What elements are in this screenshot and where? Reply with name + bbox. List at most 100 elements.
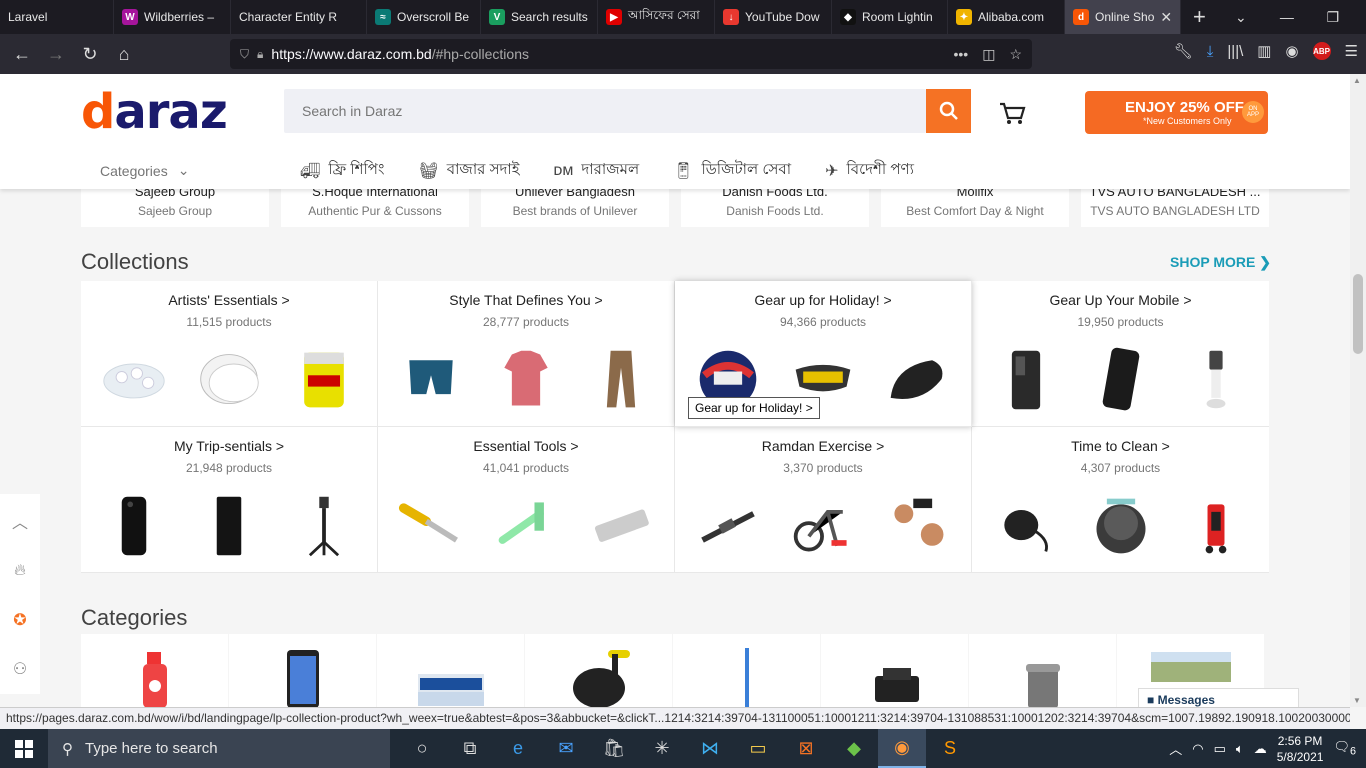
mail-icon[interactable]: ✉ bbox=[542, 729, 590, 768]
product-thumbnail[interactable] bbox=[586, 347, 656, 413]
category-item[interactable] bbox=[81, 634, 228, 707]
back-button[interactable]: ← bbox=[6, 38, 38, 70]
product-thumbnail[interactable] bbox=[586, 493, 656, 559]
messages-widget[interactable]: ■ Messages bbox=[1138, 688, 1299, 707]
task-view-icon[interactable]: ⧉ bbox=[446, 729, 494, 768]
category-item[interactable] bbox=[821, 634, 968, 707]
product-thumbnail[interactable] bbox=[396, 493, 466, 559]
store-icon[interactable]: 🛍︎ bbox=[590, 729, 638, 768]
user-icon[interactable]: ⚇ bbox=[13, 659, 27, 679]
collection-card[interactable]: Time to Clean > 4,307 products bbox=[972, 427, 1269, 573]
product-thumbnail[interactable] bbox=[1181, 493, 1251, 559]
browser-tab[interactable]: ◆ Room Lightin bbox=[832, 0, 948, 34]
collection-title[interactable]: Essential Tools > bbox=[473, 438, 578, 454]
product-thumbnail[interactable] bbox=[289, 347, 359, 413]
collection-card[interactable]: Ramdan Exercise > 3,370 products bbox=[675, 427, 972, 573]
clock[interactable]: 2:56 PM 5/8/2021 bbox=[1277, 733, 1324, 765]
top-nav-item[interactable]: 🚚︎ ফ্রি শিপিং bbox=[300, 158, 384, 183]
chevron-down-icon[interactable]: ⌄ bbox=[1218, 0, 1264, 34]
volume-icon[interactable]: 🔈︎ bbox=[1236, 741, 1244, 757]
product-thumbnail[interactable] bbox=[99, 493, 169, 559]
edge-icon[interactable]: e bbox=[494, 729, 542, 768]
collection-title[interactable]: Gear Up Your Mobile > bbox=[1049, 292, 1191, 308]
browser-tab[interactable]: ✦ Alibaba.com bbox=[948, 0, 1065, 34]
product-thumbnail[interactable] bbox=[883, 493, 953, 559]
collection-card[interactable]: Essential Tools > 41,041 products bbox=[378, 427, 675, 573]
promo-banner[interactable]: ENJOY 25% OFF *New Customers Only ON APP bbox=[1085, 91, 1268, 134]
sublime-icon[interactable]: S bbox=[926, 729, 974, 768]
home-button[interactable]: ⌂ bbox=[108, 38, 140, 70]
page-scrollbar[interactable]: ▲ ▼ bbox=[1350, 74, 1366, 707]
restore-button[interactable]: ❐ bbox=[1310, 0, 1356, 34]
wrench-icon[interactable]: 🔧︎ bbox=[1174, 42, 1193, 60]
cursor-app-icon[interactable]: ✳ bbox=[638, 729, 686, 768]
cortana-icon[interactable]: ○ bbox=[398, 729, 446, 768]
product-thumbnail[interactable] bbox=[396, 347, 466, 413]
category-item[interactable] bbox=[673, 634, 820, 707]
browser-tab[interactable]: ≈ Overscroll Be bbox=[367, 0, 481, 34]
cart-icon[interactable] bbox=[999, 101, 1027, 125]
taskbar-search[interactable]: ⚲ Type here to search bbox=[48, 729, 390, 768]
product-thumbnail[interactable] bbox=[1181, 347, 1251, 413]
collection-title[interactable]: Ramdan Exercise > bbox=[762, 438, 885, 454]
product-thumbnail[interactable] bbox=[1086, 347, 1156, 413]
product-thumbnail[interactable] bbox=[289, 493, 359, 559]
reload-button[interactable]: ↻ bbox=[74, 38, 106, 70]
collection-card[interactable]: My Trip-sentials > 21,948 products bbox=[81, 427, 378, 573]
top-nav-item[interactable]: 🧺︎ বাজার সদাই bbox=[418, 158, 519, 183]
product-thumbnail[interactable] bbox=[491, 347, 561, 413]
file-explorer-icon[interactable]: ▭ bbox=[734, 729, 782, 768]
collection-card[interactable]: Gear Up Your Mobile > 19,950 products bbox=[972, 281, 1269, 427]
search-input[interactable]: Search in Daraz bbox=[284, 89, 926, 133]
shield-icon[interactable]: ⛉ bbox=[240, 47, 249, 62]
collection-title[interactable]: Time to Clean > bbox=[1071, 438, 1170, 454]
category-item[interactable] bbox=[525, 634, 672, 707]
start-button[interactable] bbox=[0, 739, 48, 758]
collection-card[interactable]: Artists' Essentials > 11,515 products bbox=[81, 281, 378, 427]
battery-icon[interactable]: ▭ bbox=[1214, 741, 1226, 757]
download-icon[interactable]: ⤓ bbox=[1207, 43, 1214, 60]
chevron-up-icon[interactable]: ︿ bbox=[12, 509, 28, 533]
collection-title[interactable]: Gear up for Holiday! > bbox=[754, 292, 891, 308]
flame-icon[interactable]: 🔥︎ bbox=[14, 562, 26, 580]
product-thumbnail[interactable] bbox=[1086, 493, 1156, 559]
top-nav-item[interactable]: ✈ বিদেশী পণ্য bbox=[825, 158, 914, 183]
adblock-icon[interactable]: ABP bbox=[1312, 42, 1331, 60]
library-icon[interactable]: |||\ bbox=[1227, 43, 1243, 60]
top-nav-item[interactable]: 📱︎ ডিজিটাল সেবা bbox=[673, 158, 791, 183]
chevron-up-icon[interactable]: ︿ bbox=[1169, 739, 1182, 758]
product-thumbnail[interactable] bbox=[693, 493, 763, 559]
shop-more-link[interactable]: SHOP MORE ❯ bbox=[1170, 254, 1271, 271]
lock-icon[interactable]: 🔒︎ bbox=[257, 47, 263, 62]
close-tab-icon[interactable]: ✕ bbox=[1160, 9, 1172, 26]
product-thumbnail[interactable] bbox=[991, 347, 1061, 413]
browser-tab[interactable]: W Wildberries – bbox=[114, 0, 231, 34]
daraz-logo[interactable]: daraz bbox=[81, 84, 228, 140]
browser-tab[interactable]: Character Entity R bbox=[231, 0, 367, 34]
scroll-down-icon[interactable]: ▼ bbox=[1353, 696, 1361, 705]
product-thumbnail[interactable] bbox=[194, 347, 264, 413]
notification-icon[interactable]: 🗨︎6 bbox=[1333, 739, 1356, 758]
badge-icon[interactable]: ✪ bbox=[13, 610, 26, 630]
product-thumbnail[interactable] bbox=[99, 347, 169, 413]
categories-dropdown[interactable]: Categories ⌄ bbox=[100, 162, 189, 179]
scroll-up-icon[interactable]: ▲ bbox=[1353, 76, 1361, 85]
collection-title[interactable]: Artists' Essentials > bbox=[168, 292, 289, 308]
sidebar-icon[interactable]: ▥ bbox=[1257, 42, 1271, 60]
product-thumbnail[interactable] bbox=[883, 347, 953, 413]
category-item[interactable] bbox=[377, 634, 524, 707]
address-bar[interactable]: ⛉ 🔒︎ https://www.daraz.com.bd/#hp-collec… bbox=[230, 39, 1032, 69]
product-thumbnail[interactable] bbox=[194, 493, 264, 559]
wifi-icon[interactable]: ◠ bbox=[1192, 741, 1203, 757]
browser-tab[interactable]: ▶ আসিফের সেরা bbox=[598, 0, 715, 34]
pocket-icon[interactable]: ◫ bbox=[982, 46, 995, 63]
url-text[interactable]: https://www.daraz.com.bd/#hp-collections bbox=[271, 46, 529, 62]
browser-tab[interactable]: Laravel bbox=[0, 0, 114, 34]
category-item[interactable] bbox=[969, 634, 1116, 707]
minimize-button[interactable]: — bbox=[1264, 0, 1310, 34]
collection-title[interactable]: Style That Defines You > bbox=[449, 292, 602, 308]
search-button[interactable] bbox=[926, 89, 971, 133]
product-thumbnail[interactable] bbox=[491, 493, 561, 559]
bookmark-star-icon[interactable]: ☆ bbox=[1009, 46, 1022, 63]
product-thumbnail[interactable] bbox=[788, 493, 858, 559]
